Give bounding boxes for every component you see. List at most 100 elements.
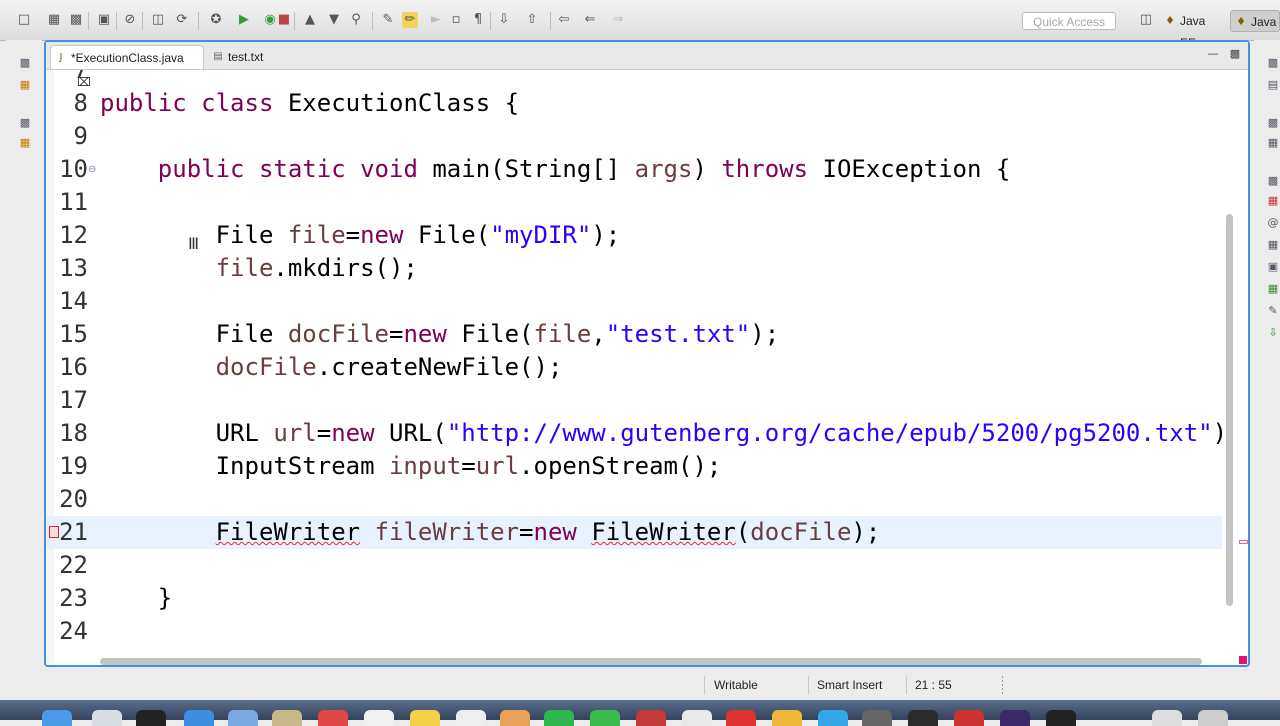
stickies-icon[interactable] xyxy=(410,710,440,726)
code-area[interactable]: 7 8 public class ExecutionClass {9 10 ⊖ publ… xyxy=(46,70,1222,655)
safari-icon[interactable] xyxy=(184,710,214,726)
code-line[interactable]: 23 } xyxy=(46,582,1222,615)
photos-icon[interactable] xyxy=(500,710,530,726)
code-line[interactable]: 20 xyxy=(46,483,1222,516)
reminders-icon[interactable] xyxy=(456,710,486,726)
tab-execution-class[interactable]: J *ExecutionClass.java ⌧ xyxy=(50,45,204,89)
mail-icon[interactable] xyxy=(228,710,258,726)
code-line[interactable]: 17 xyxy=(46,384,1222,417)
code-line[interactable]: 16 docFile.createNewFile(); xyxy=(46,351,1222,384)
code-line[interactable]: 19 InputStream input=url.openStream(); xyxy=(46,450,1222,483)
code-line[interactable]: 10 ⊖ public static void main(String[] arg… xyxy=(46,153,1222,186)
code-line[interactable]: 22 xyxy=(46,549,1222,582)
restore-icon[interactable]: ▩ xyxy=(1266,174,1280,188)
perspective-java[interactable]: ♦ Java xyxy=(1230,10,1280,32)
previous-annotation-icon[interactable]: ⇧ xyxy=(524,12,540,28)
code-line[interactable]: 8 public class ExecutionClass { xyxy=(46,87,1222,120)
code-line[interactable]: 21 FileWriter fileWriter=new FileWriter(… xyxy=(46,516,1222,549)
code-line[interactable]: 9 xyxy=(46,120,1222,153)
vertical-scrollbar-thumb[interactable] xyxy=(1226,214,1233,606)
run-icon[interactable]: ▶ xyxy=(236,12,252,28)
code-line[interactable]: 15 File docFile=new File(file,"test.txt"… xyxy=(46,318,1222,351)
app-store-icon[interactable] xyxy=(818,710,848,726)
error-overview-marker[interactable] xyxy=(1239,540,1248,544)
screen-recorder-icon[interactable] xyxy=(1046,710,1076,726)
contacts-icon[interactable] xyxy=(272,710,302,726)
facetime-icon[interactable] xyxy=(590,710,620,726)
minimize-icon[interactable]: — xyxy=(1206,47,1220,61)
code-token: url xyxy=(273,419,317,447)
external-tools-icon[interactable]: ■ xyxy=(276,12,292,28)
itunes-icon[interactable] xyxy=(682,710,712,726)
console-icon[interactable]: ▣ xyxy=(1266,260,1280,274)
code-line[interactable]: 7 xyxy=(46,70,1222,87)
restore-icon[interactable]: ▩ xyxy=(18,56,32,70)
refresh-icon[interactable]: ⟳ xyxy=(174,12,190,28)
new-java-project-icon[interactable]: ▲ xyxy=(302,12,318,28)
search-icon[interactable]: ⚲ xyxy=(348,12,364,28)
launchpad-icon[interactable] xyxy=(92,710,122,726)
open-perspective-icon[interactable]: ◫ xyxy=(1138,12,1154,28)
messages-icon[interactable] xyxy=(544,710,574,726)
highlight-icon[interactable]: ✏ xyxy=(402,12,418,28)
calendar-icon[interactable] xyxy=(318,710,348,726)
documents-stack-icon[interactable] xyxy=(1152,710,1182,726)
outline-icon[interactable]: ▤ xyxy=(1266,78,1280,92)
git-icon[interactable]: ▦ xyxy=(18,78,32,92)
code-line[interactable]: 14 xyxy=(46,285,1222,318)
error-summary-indicator[interactable] xyxy=(1239,656,1247,664)
ibooks-icon[interactable] xyxy=(772,710,802,726)
terminal-icon[interactable] xyxy=(136,710,166,726)
quick-access-input[interactable]: Quick Access xyxy=(1022,12,1116,30)
block-selection-icon[interactable]: ▫ xyxy=(448,12,464,28)
code-line[interactable]: 12 File file=new File("myDIR"); xyxy=(46,219,1222,252)
restore-icon[interactable]: ▩ xyxy=(18,116,32,130)
code-line[interactable]: 13 file.mkdirs(); xyxy=(46,252,1222,285)
pin-icon[interactable]: ► xyxy=(428,12,444,28)
eclipse-icon[interactable] xyxy=(1000,710,1030,726)
back-icon[interactable]: ⇐ xyxy=(582,12,598,28)
open-console-icon[interactable]: ▣ xyxy=(96,12,112,28)
build-icon[interactable]: ◫ xyxy=(150,12,166,28)
restore-icon[interactable]: ▩ xyxy=(1266,56,1280,70)
activity-monitor-icon[interactable] xyxy=(908,710,938,726)
task-list-icon[interactable]: ▦ xyxy=(18,136,32,150)
last-edit-icon[interactable]: ⇦ xyxy=(556,12,572,28)
show-whitespace-icon[interactable]: ¶ xyxy=(470,12,486,28)
filezilla-icon[interactable] xyxy=(954,710,984,726)
skip-breakpoints-icon[interactable]: ⊘ xyxy=(122,12,138,28)
search-results-icon[interactable]: ✎ xyxy=(1266,304,1280,318)
open-type-icon[interactable]: ▼ xyxy=(326,12,342,28)
error-marker-icon[interactable] xyxy=(49,526,59,538)
debug-icon[interactable]: ✪ xyxy=(208,12,224,28)
save-all-icon[interactable]: ▩ xyxy=(68,12,84,28)
system-preferences-icon[interactable] xyxy=(862,710,892,726)
problems-icon[interactable]: ▦ xyxy=(1266,194,1280,208)
fold-toggle-icon[interactable]: ⊖ xyxy=(88,153,96,186)
toggle-mark-icon[interactable]: ✎ xyxy=(380,12,396,28)
code-token: "test.txt" xyxy=(605,320,751,348)
hierarchy-icon[interactable]: ▦ xyxy=(1266,136,1280,150)
code-line[interactable]: 11 xyxy=(46,186,1222,219)
forward-icon[interactable]: ⇒ xyxy=(610,12,626,28)
tab-test-txt[interactable]: ▤ test.txt xyxy=(208,45,298,69)
progress-icon[interactable]: ⇩ xyxy=(1266,326,1280,340)
junit-icon[interactable]: ▦ xyxy=(1266,282,1280,296)
notes-icon[interactable] xyxy=(364,710,394,726)
code-line[interactable]: 24 xyxy=(46,615,1222,648)
code-token: ) xyxy=(692,155,722,183)
declaration-icon[interactable]: ▦ xyxy=(1266,238,1280,252)
code-line[interactable]: 18 URL url=new URL("http://www.gutenberg… xyxy=(46,417,1222,450)
restore-icon[interactable]: ▩ xyxy=(1266,116,1280,130)
photo-booth-icon[interactable] xyxy=(636,710,666,726)
music-icon[interactable] xyxy=(726,710,756,726)
finder-icon[interactable] xyxy=(42,710,72,726)
next-annotation-icon[interactable]: ⇩ xyxy=(496,12,512,28)
maximize-icon[interactable]: ▩ xyxy=(1228,47,1242,61)
new-icon[interactable]: □ xyxy=(16,12,32,28)
perspective-java-ee[interactable]: ♦ Java EE xyxy=(1160,10,1228,50)
javadoc-icon[interactable]: @ xyxy=(1266,216,1280,230)
save-icon[interactable]: ▦ xyxy=(46,12,62,28)
trash-icon[interactable] xyxy=(1198,710,1228,726)
horizontal-scrollbar-thumb[interactable] xyxy=(100,658,1202,665)
